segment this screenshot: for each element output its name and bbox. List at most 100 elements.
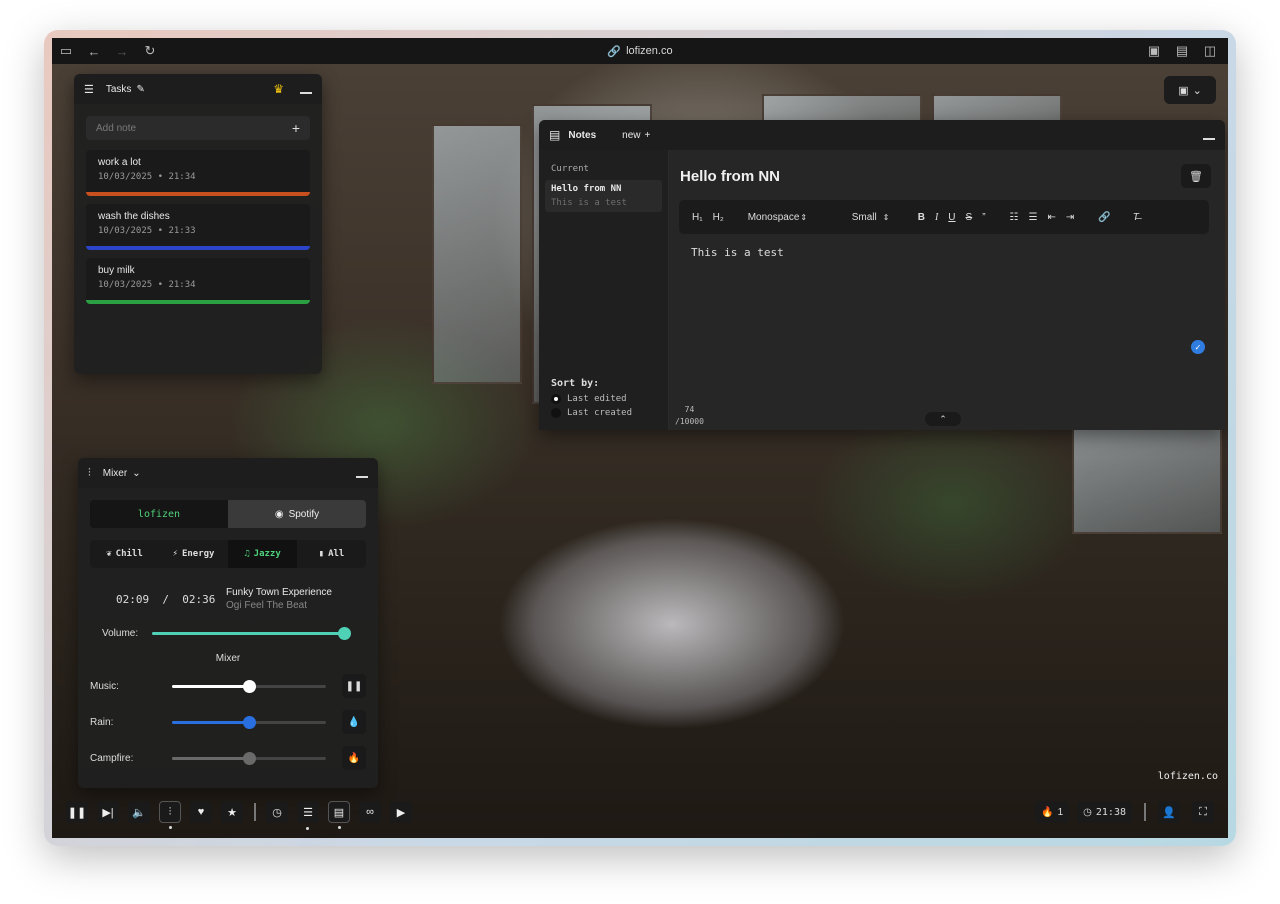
minimize-notes-button[interactable] — [1203, 138, 1215, 140]
rain-toggle-button[interactable]: 💧 — [342, 710, 366, 734]
minimize-mixer-button[interactable] — [356, 476, 368, 478]
delete-note-button[interactable]: 🗑 — [1181, 164, 1211, 188]
underline-button[interactable]: U — [943, 212, 960, 223]
mood-label: All — [328, 549, 345, 559]
indent-icon[interactable]: ⇥ — [1061, 212, 1079, 223]
volume-knob[interactable] — [338, 627, 351, 640]
music-knob[interactable] — [243, 679, 256, 693]
sort-last-created[interactable]: Last created — [551, 408, 632, 418]
campfire-knob[interactable] — [243, 751, 256, 765]
channel-label: Rain: — [90, 716, 114, 728]
music-pause-button[interactable]: ❚❚ — [342, 674, 366, 698]
task-title: work a lot — [98, 157, 141, 168]
back-icon[interactable]: ← — [80, 38, 108, 64]
task-item[interactable]: buy milk 10/03/2025 • 21:34 — [86, 258, 310, 304]
italic-button[interactable]: I — [930, 212, 943, 223]
youtube-button[interactable]: ▶ — [390, 801, 412, 823]
streak-count: 1 — [1057, 806, 1064, 818]
task-item[interactable]: work a lot 10/03/2025 • 21:34 — [86, 150, 310, 196]
mood-energy[interactable]: ⚡ Energy — [159, 540, 228, 568]
campfire-toggle-button[interactable]: 🔥 — [342, 746, 366, 770]
lightning-icon: ⚡ — [172, 549, 178, 559]
notes-toggle-button[interactable]: ▤ — [328, 801, 350, 829]
translate-icon[interactable]: ▣ — [1140, 38, 1168, 64]
quote-button[interactable]: ” — [977, 212, 990, 223]
size-select[interactable]: Small ⇕ — [847, 212, 907, 223]
forward-icon[interactable]: → — [108, 38, 136, 64]
task-item[interactable]: wash the dishes 10/03/2025 • 21:33 — [86, 204, 310, 250]
rain-knob[interactable] — [243, 715, 256, 729]
timer-button[interactable]: ◷ — [266, 801, 288, 823]
strike-button[interactable]: S — [961, 212, 978, 223]
window-pane — [432, 124, 522, 384]
music-fill — [172, 684, 249, 688]
star-button[interactable]: ★ — [221, 801, 243, 823]
user-icon: 👤 — [1162, 806, 1176, 819]
reload-icon[interactable]: ↻ — [136, 38, 164, 64]
outdent-icon[interactable]: ⇤ — [1042, 212, 1060, 223]
streak-badge[interactable]: 🔥 1 — [1035, 801, 1070, 823]
add-note-input[interactable]: Add note + — [86, 116, 310, 140]
leaf-icon: ❦ — [106, 549, 112, 559]
source-spotify[interactable]: ◉ Spotify — [228, 500, 366, 528]
note-title[interactable]: Hello from NN — [680, 168, 780, 185]
address-bar[interactable]: 🔗 lofizen.co — [607, 45, 672, 58]
font-select[interactable]: Monospace ⇕ — [743, 212, 843, 223]
note-list-preview: This is a test — [551, 198, 627, 208]
profile-button[interactable]: 👤 — [1158, 801, 1180, 823]
browser-window: ▭ ← → ↻ 🔗 lofizen.co ▣ ▤ ◫ ▣ ⌄ ☰ Tasks ✎… — [52, 38, 1228, 838]
bullet-list-icon[interactable]: ☰ — [1024, 212, 1043, 223]
bold-button[interactable]: B — [913, 212, 930, 223]
volume-slider[interactable] — [152, 627, 351, 640]
star-icon: ★ — [227, 806, 237, 819]
ordered-list-icon[interactable]: ☷ — [1005, 212, 1024, 223]
minimize-tasks-button[interactable] — [300, 92, 312, 94]
note-list-item[interactable]: Hello from NN This is a test — [545, 180, 662, 212]
rain-slider[interactable] — [172, 715, 326, 729]
reader-icon[interactable]: ▤ — [1168, 38, 1196, 64]
browser-frame: ▭ ← → ↻ 🔗 lofizen.co ▣ ▤ ◫ ▣ ⌄ ☰ Tasks ✎… — [44, 30, 1236, 846]
split-view-icon[interactable]: ◫ — [1196, 38, 1224, 64]
bars-icon: ▮ — [318, 549, 325, 559]
clear-format-icon[interactable]: T̶ — [1128, 212, 1144, 223]
track-time: 02:09 / 02:36 — [116, 592, 216, 606]
radio-icon — [551, 408, 561, 418]
background-picker-button[interactable]: ▣ ⌄ — [1164, 76, 1216, 104]
link-button[interactable]: ∞ — [359, 801, 381, 823]
favorite-button[interactable]: ♥ — [190, 801, 212, 823]
rain-fill — [172, 720, 249, 724]
heading2-button[interactable]: H₂ — [708, 212, 729, 223]
music-slider[interactable] — [172, 679, 326, 693]
new-note-button[interactable]: new + — [622, 130, 650, 141]
note-body[interactable]: This is a test — [691, 246, 784, 259]
campfire-slider[interactable] — [172, 751, 326, 765]
mixer-title[interactable]: Mixer — [103, 468, 127, 479]
heading1-button[interactable]: H₁ — [687, 212, 708, 223]
sidebar-toggle-icon[interactable]: ▭ — [52, 38, 80, 64]
volume-button[interactable]: 🔈 — [128, 801, 150, 823]
sort-last-edited[interactable]: Last edited — [551, 394, 632, 404]
collapse-button[interactable]: ⌃ — [925, 412, 961, 426]
chevron-down-icon[interactable]: ⌄ — [132, 468, 140, 479]
mood-jazzy[interactable]: ♫ Jazzy — [228, 540, 297, 568]
skip-icon: ▶| — [102, 806, 114, 819]
sort-label: Sort by: — [551, 378, 600, 389]
pause-button[interactable]: ❚❚ — [66, 801, 88, 823]
music-note-icon: ♫ — [244, 549, 250, 559]
link-icon[interactable]: 🔗 — [1093, 212, 1115, 223]
mood-all[interactable]: ▮ All — [297, 540, 366, 568]
spotify-icon: ◉ — [274, 508, 284, 520]
source-lofizen[interactable]: lofizen — [90, 500, 228, 528]
edit-icon[interactable]: ✎ — [136, 84, 144, 95]
trash-icon: 🗑 — [1189, 170, 1203, 183]
mixer-toggle-button[interactable]: ⫶ — [159, 801, 181, 829]
fullscreen-button[interactable]: ⛶ — [1192, 801, 1214, 823]
tasks-toggle-button[interactable]: ☰ — [297, 801, 319, 830]
mood-chill[interactable]: ❦ Chill — [90, 540, 159, 568]
next-button[interactable]: ▶| — [97, 801, 119, 823]
window-pane — [1072, 424, 1222, 534]
channel-label: Campfire: — [90, 752, 134, 764]
sort-options: Sort by: Last edited Last created — [551, 378, 632, 418]
sliders-icon: ⫶ — [168, 805, 172, 818]
add-icon[interactable]: + — [292, 120, 300, 136]
